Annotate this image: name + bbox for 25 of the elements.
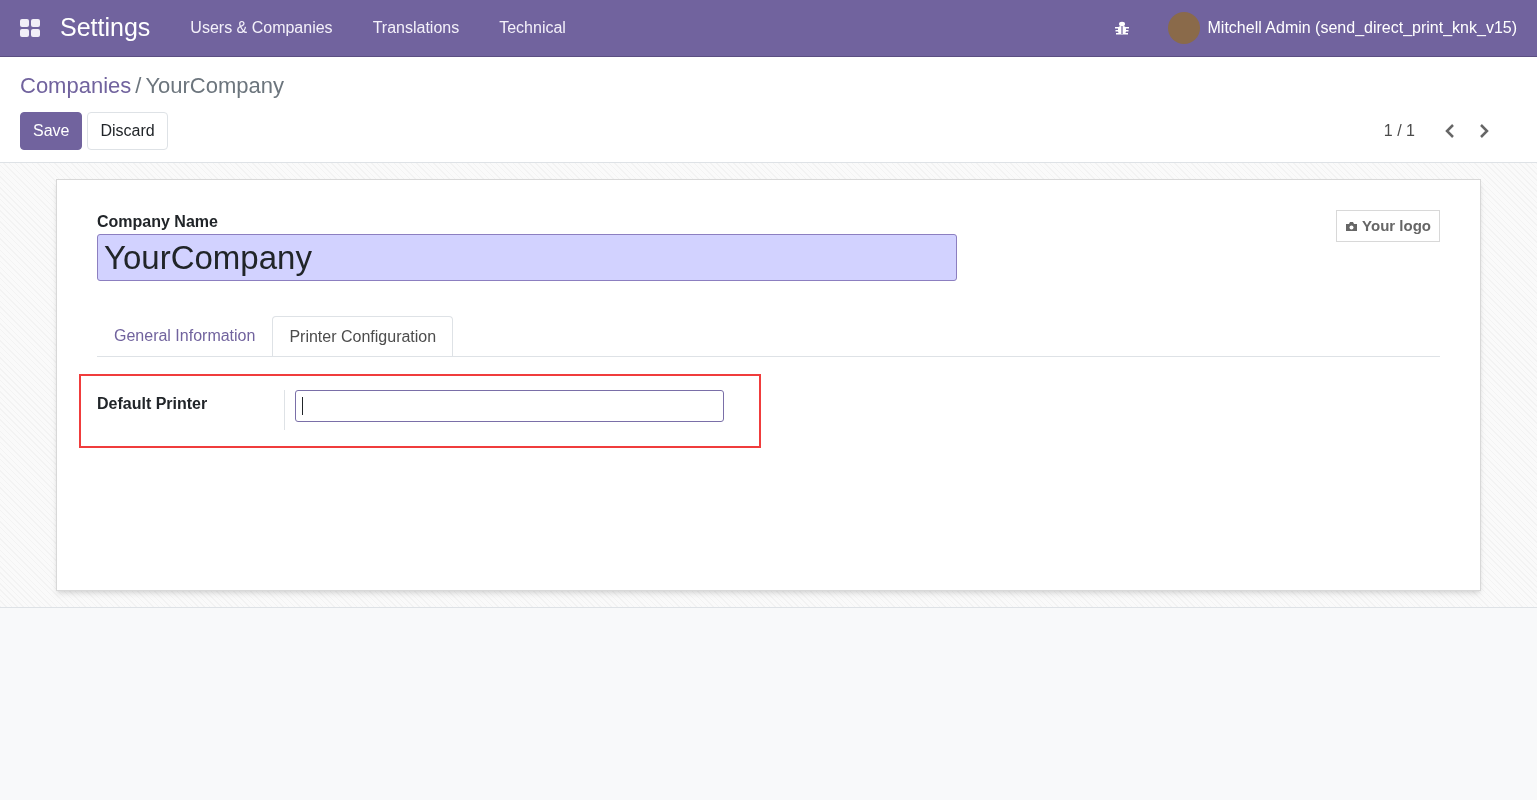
- breadcrumb-item: YourCompany: [145, 72, 284, 100]
- field-label: Company Name: [97, 213, 218, 230]
- pager-value[interactable]: 1 / 1: [1383, 119, 1415, 143]
- company-name-field[interactable]: YourCompany: [97, 234, 957, 281]
- form-tab[interactable]: General Information: [97, 316, 273, 356]
- breadcrumb-item[interactable]: Companies: [20, 69, 132, 102]
- logo-upload-button[interactable]: Your logo: [1336, 210, 1440, 242]
- breadcrumb-separator: /: [135, 72, 142, 100]
- save-button[interactable]: Save: [20, 112, 83, 150]
- user-menu[interactable]: Mitchell Admin (send_direct_print_knk_v15): [1207, 16, 1517, 40]
- previous-icon[interactable]: [1445, 124, 1455, 138]
- form-tab[interactable]: Printer Configuration: [272, 316, 454, 356]
- avatar: [1167, 12, 1200, 44]
- bug-icon[interactable]: [1113, 20, 1130, 36]
- field-label: Default Printer: [97, 390, 285, 430]
- camera-icon: [1345, 220, 1359, 232]
- apps-menu-icon[interactable]: [20, 19, 40, 37]
- menu-item[interactable]: Translations: [352, 16, 480, 40]
- text-cursor: [302, 397, 303, 415]
- app-title[interactable]: Settings: [60, 9, 151, 47]
- menu-item[interactable]: Users & Companies: [170, 16, 353, 40]
- menu-item[interactable]: Technical: [479, 16, 586, 40]
- default-printer-field[interactable]: [295, 390, 724, 422]
- next-icon[interactable]: [1479, 124, 1489, 138]
- discard-button[interactable]: Discard: [87, 112, 168, 150]
